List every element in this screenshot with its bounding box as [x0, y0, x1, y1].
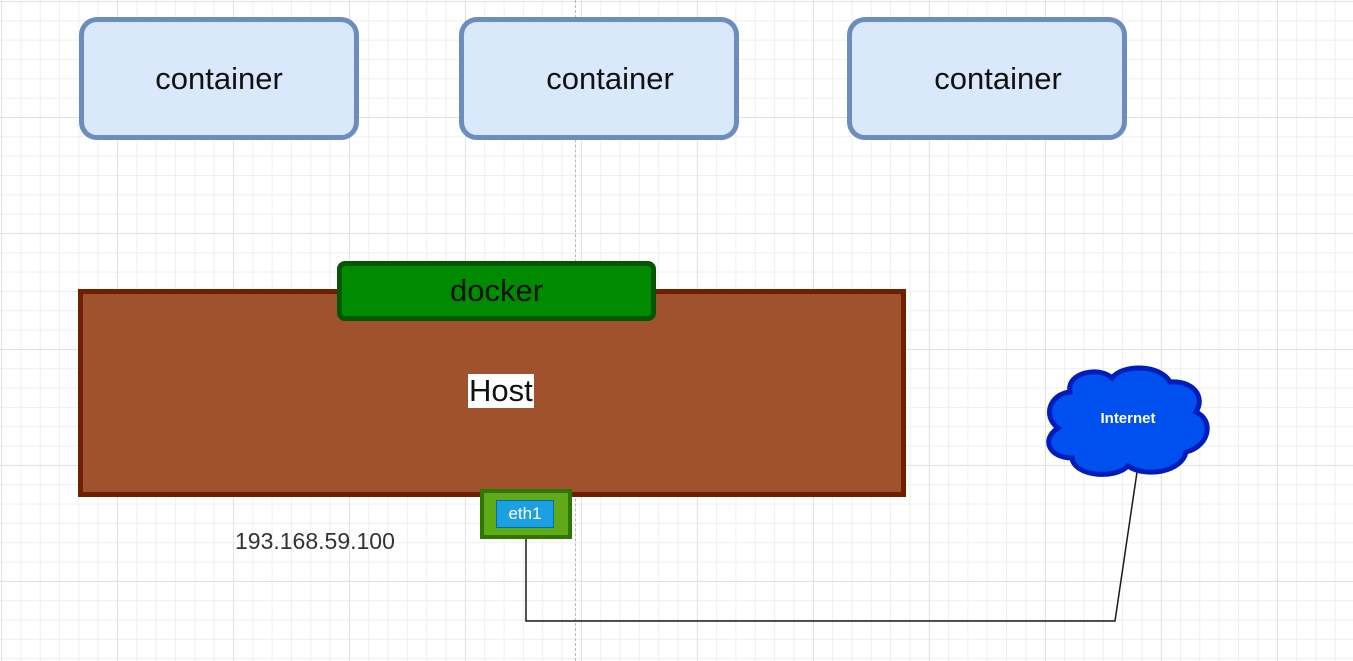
eth1-interface[interactable]: eth1 [496, 500, 554, 528]
host-ip-label: 193.168.59.100 [235, 528, 395, 554]
connection-layer [525, 365, 1210, 622]
eth1-label: eth1 [508, 504, 542, 523]
eth1-internet-connector [525, 471, 1138, 622]
diagram-canvas: container container container Host docke… [0, 0, 1353, 661]
internet-label: Internet [1100, 410, 1156, 427]
